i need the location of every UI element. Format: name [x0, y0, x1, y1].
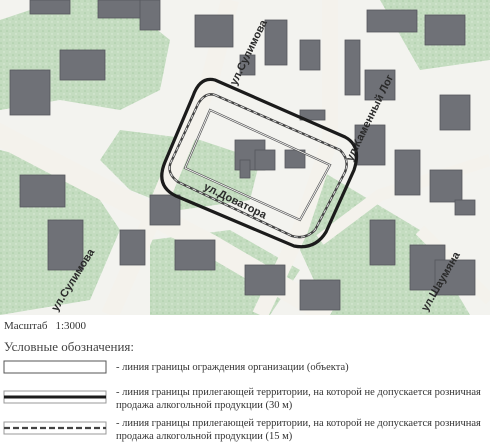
territory-boundary-30m-line-swatch: [3, 390, 107, 404]
territory-boundary-15m-line-swatch: [3, 421, 107, 435]
fence-boundary-line-swatch: [3, 360, 107, 374]
legend-text: - линия границы прилегающей территории, …: [116, 418, 481, 442]
city-map: ул.Сулимова ул.Каменный Лог ул.Доватора …: [0, 0, 490, 315]
legend-title: Условные обозначения:: [4, 339, 135, 354]
scale-value: 1:3000: [55, 320, 86, 332]
scale-label: Масштаб: [4, 320, 48, 332]
legend-text: - линия границы ограждения организации (…: [116, 362, 349, 373]
legend-text: - линия границы прилегающей территории, …: [116, 387, 481, 411]
map-scale: Масштаб 1:3000: [4, 320, 94, 332]
